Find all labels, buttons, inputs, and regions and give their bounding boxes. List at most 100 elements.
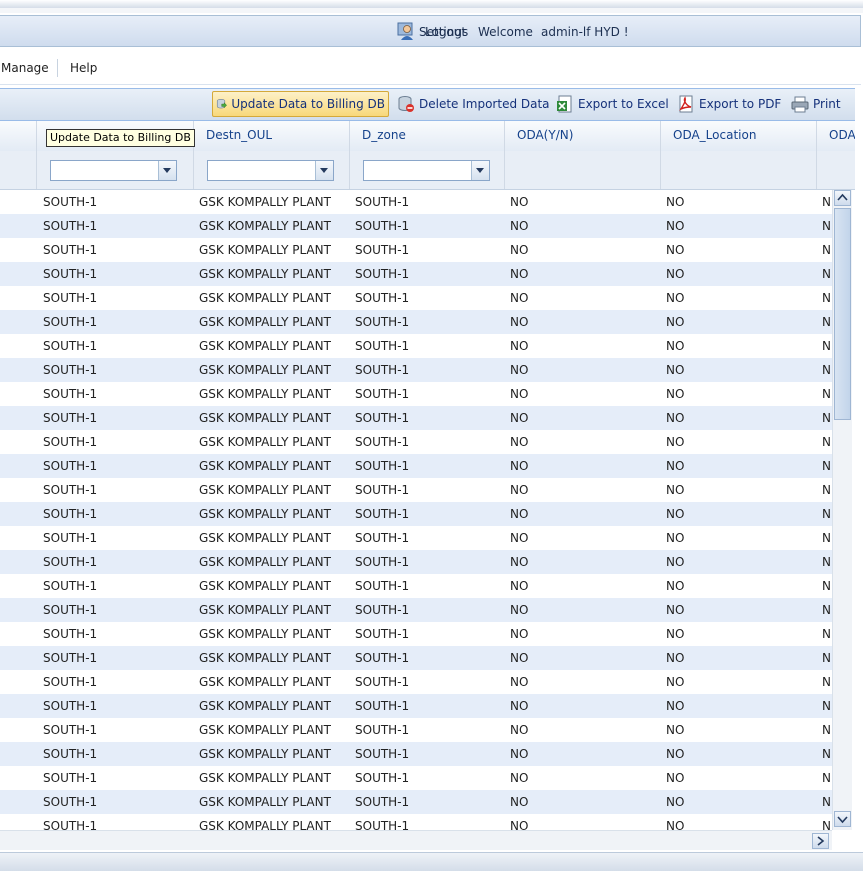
cell-d-zone: SOUTH-1 [355,675,410,689]
table-row[interactable]: SOUTH-1 GSK KOMPALLY PLANT SOUTH-1 NO NO N [0,646,832,670]
cell-oda-location: NO [666,291,685,305]
cell-oda: N [822,411,831,425]
cell-origin-zone: SOUTH-1 [43,507,98,521]
cell-oda-yn: NO [510,747,529,761]
table-row[interactable]: SOUTH-1 GSK KOMPALLY PLANT SOUTH-1 NO NO N [0,334,832,358]
cell-d-zone: SOUTH-1 [355,411,410,425]
cell-destn-oul: GSK KOMPALLY PLANT [199,651,331,665]
filter-cell [37,151,194,189]
cell-d-zone: SOUTH-1 [355,747,410,761]
filter-combo-d-zone[interactable] [363,160,490,181]
chevron-down-icon[interactable] [315,161,333,180]
table-row[interactable]: SOUTH-1 GSK KOMPALLY PLANT SOUTH-1 NO NO N [0,190,832,214]
table-row[interactable]: SOUTH-1 GSK KOMPALLY PLANT SOUTH-1 NO NO N [0,694,832,718]
cell-d-zone: SOUTH-1 [355,507,410,521]
vertical-scrollbar[interactable] [832,190,852,830]
table-row[interactable]: SOUTH-1 GSK KOMPALLY PLANT SOUTH-1 NO NO N [0,574,832,598]
printer-icon [791,96,809,113]
cell-oda-yn: NO [510,507,529,521]
column-header-oda[interactable]: ODA [817,121,855,151]
column-header-oda-location[interactable]: ODA_Location [661,121,817,151]
table-row[interactable]: SOUTH-1 GSK KOMPALLY PLANT SOUTH-1 NO NO N [0,502,832,526]
cell-d-zone: SOUTH-1 [355,819,410,830]
menu-help[interactable]: Help [70,61,97,75]
cell-oda: N [822,267,831,281]
cell-oda-yn: NO [510,699,529,713]
table-row[interactable]: SOUTH-1 GSK KOMPALLY PLANT SOUTH-1 NO NO N [0,718,832,742]
cell-oda-location: NO [666,675,685,689]
table-row[interactable]: SOUTH-1 GSK KOMPALLY PLANT SOUTH-1 NO NO N [0,262,832,286]
cell-oda: N [822,243,831,257]
cell-origin-zone: SOUTH-1 [43,387,98,401]
table-row[interactable]: SOUTH-1 GSK KOMPALLY PLANT SOUTH-1 NO NO N [0,310,832,334]
delete-imported-label: Delete Imported Data [419,97,550,111]
cell-oda-yn: NO [510,339,529,353]
filter-combo-origin[interactable] [50,160,177,181]
table-row[interactable]: SOUTH-1 GSK KOMPALLY PLANT SOUTH-1 NO NO N [0,598,832,622]
cell-oda-yn: NO [510,723,529,737]
cell-d-zone: SOUTH-1 [355,627,410,641]
chevron-down-icon[interactable] [158,161,176,180]
table-row[interactable]: SOUTH-1 GSK KOMPALLY PLANT SOUTH-1 NO NO N [0,214,832,238]
scroll-right-icon[interactable] [812,833,829,849]
cell-oda-location: NO [666,747,685,761]
menu-manage[interactable]: Manage [1,61,49,75]
scroll-thumb[interactable] [834,208,851,420]
cell-oda-yn: NO [510,819,529,830]
table-row[interactable]: SOUTH-1 GSK KOMPALLY PLANT SOUTH-1 NO NO N [0,670,832,694]
table-row[interactable]: SOUTH-1 GSK KOMPALLY PLANT SOUTH-1 NO NO N [0,526,832,550]
cell-origin-zone: SOUTH-1 [43,363,98,377]
scroll-up-icon[interactable] [834,190,851,206]
table-row[interactable]: SOUTH-1 GSK KOMPALLY PLANT SOUTH-1 NO NO N [0,766,832,790]
cell-oda-location: NO [666,195,685,209]
table-row[interactable]: SOUTH-1 GSK KOMPALLY PLANT SOUTH-1 NO NO N [0,430,832,454]
table-row[interactable]: SOUTH-1 GSK KOMPALLY PLANT SOUTH-1 NO NO N [0,742,832,766]
cell-destn-oul: GSK KOMPALLY PLANT [199,627,331,641]
cell-oda-location: NO [666,435,685,449]
cell-oda: N [822,339,831,353]
table-row[interactable]: SOUTH-1 GSK KOMPALLY PLANT SOUTH-1 NO NO N [0,790,832,814]
delete-imported-button[interactable]: Delete Imported Data [394,91,553,117]
table-row[interactable]: SOUTH-1 GSK KOMPALLY PLANT SOUTH-1 NO NO N [0,286,832,310]
cell-origin-zone: SOUTH-1 [43,627,98,641]
print-button[interactable]: Print [788,91,844,117]
cell-d-zone: SOUTH-1 [355,363,410,377]
table-row[interactable]: SOUTH-1 GSK KOMPALLY PLANT SOUTH-1 NO NO N [0,622,832,646]
cell-destn-oul: GSK KOMPALLY PLANT [199,507,331,521]
scroll-down-icon[interactable] [834,811,851,827]
cell-oda-location: NO [666,555,685,569]
column-header-d-zone[interactable]: D_zone [350,121,505,151]
cell-oda-yn: NO [510,219,529,233]
cell-origin-zone: SOUTH-1 [43,555,98,569]
cell-oda-yn: NO [510,411,529,425]
cell-destn-oul: GSK KOMPALLY PLANT [199,531,331,545]
cell-destn-oul: GSK KOMPALLY PLANT [199,387,331,401]
horizontal-scrollbar[interactable] [0,830,832,850]
column-header-destn-oul[interactable]: Destn_OUL [194,121,350,151]
cell-oda-yn: NO [510,603,529,617]
cell-destn-oul: GSK KOMPALLY PLANT [199,699,331,713]
export-excel-button[interactable]: Export to Excel [553,91,672,117]
table-row[interactable]: SOUTH-1 GSK KOMPALLY PLANT SOUTH-1 NO NO N [0,382,832,406]
column-header-oda-yn[interactable]: ODA(Y/N) [505,121,661,151]
table-row[interactable]: SOUTH-1 GSK KOMPALLY PLANT SOUTH-1 NO NO N [0,478,832,502]
logout-link[interactable]: Logout [425,25,466,39]
table-row[interactable]: SOUTH-1 GSK KOMPALLY PLANT SOUTH-1 NO NO N [0,358,832,382]
cell-destn-oul: GSK KOMPALLY PLANT [199,675,331,689]
chevron-down-icon[interactable] [471,161,489,180]
table-row[interactable]: SOUTH-1 GSK KOMPALLY PLANT SOUTH-1 NO NO N [0,814,832,830]
cell-destn-oul: GSK KOMPALLY PLANT [199,819,331,830]
cell-oda-yn: NO [510,579,529,593]
table-row[interactable]: SOUTH-1 GSK KOMPALLY PLANT SOUTH-1 NO NO N [0,550,832,574]
update-billing-button[interactable]: Update Data to Billing DB [212,91,389,117]
cell-oda-yn: NO [510,195,529,209]
export-pdf-label: Export to PDF [699,97,782,111]
filter-combo-destn-oul[interactable] [207,160,334,181]
table-row[interactable]: SOUTH-1 GSK KOMPALLY PLANT SOUTH-1 NO NO N [0,406,832,430]
column-header-hidden[interactable] [0,121,37,151]
cell-destn-oul: GSK KOMPALLY PLANT [199,243,331,257]
cell-d-zone: SOUTH-1 [355,219,410,233]
table-row[interactable]: SOUTH-1 GSK KOMPALLY PLANT SOUTH-1 NO NO N [0,238,832,262]
export-pdf-button[interactable]: Export to PDF [674,91,784,117]
table-row[interactable]: SOUTH-1 GSK KOMPALLY PLANT SOUTH-1 NO NO N [0,454,832,478]
